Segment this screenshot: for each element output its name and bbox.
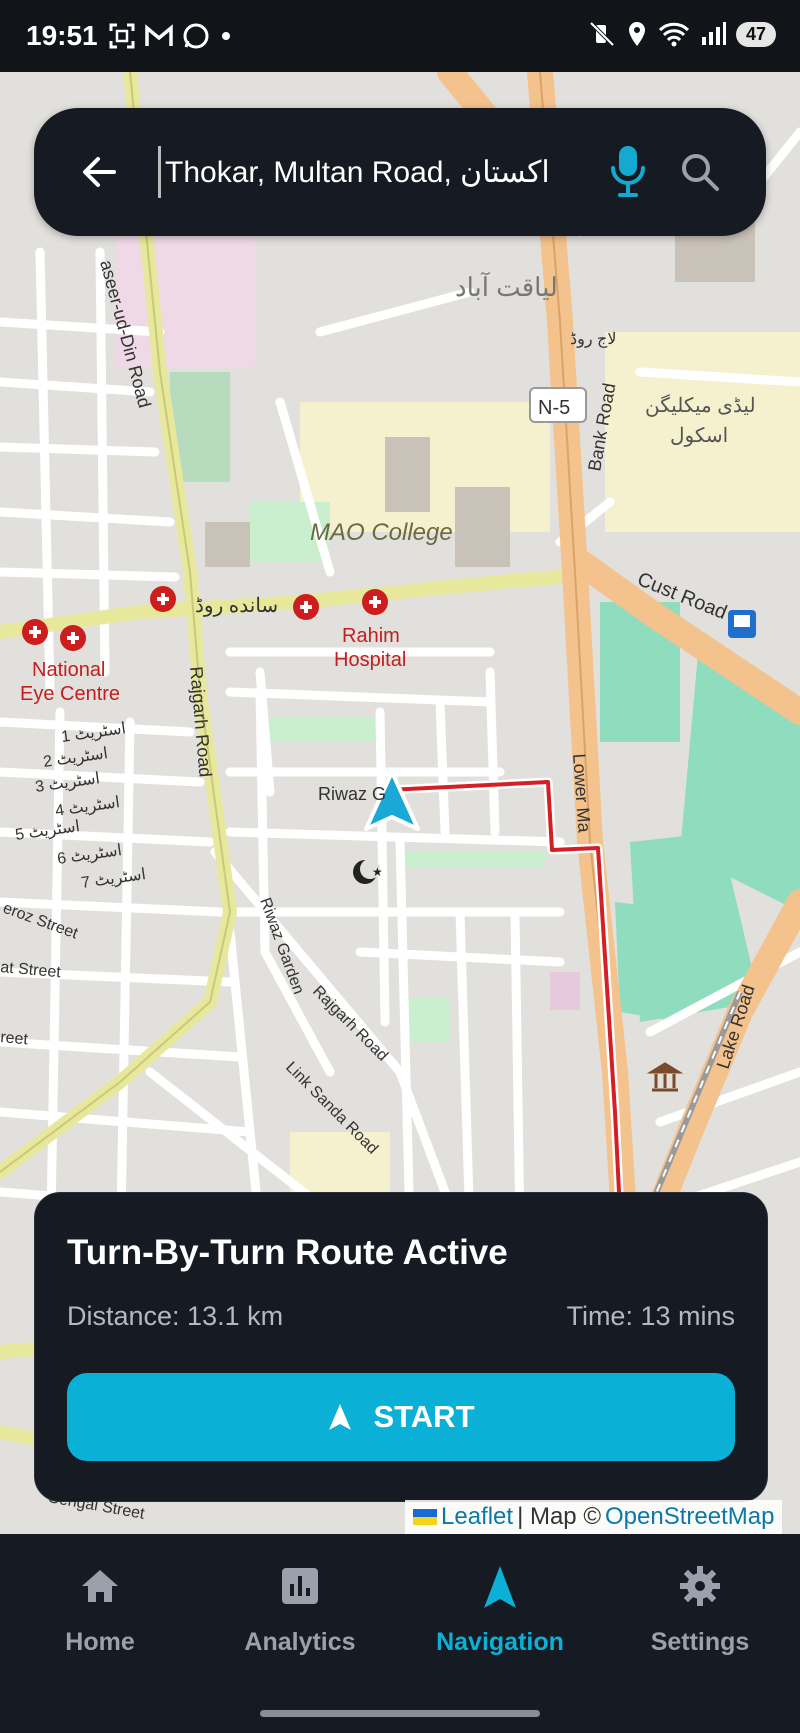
leaflet-link[interactable]: Leaflet <box>441 1503 513 1531</box>
back-arrow-icon[interactable] <box>74 146 126 198</box>
nav-label: Analytics <box>244 1628 356 1656</box>
route-distance: Distance: 13.1 km <box>67 1301 284 1331</box>
home-icon <box>82 1570 118 1602</box>
microphone-icon[interactable] <box>604 142 652 202</box>
search-icon[interactable] <box>676 148 724 196</box>
wifi-icon <box>658 22 690 47</box>
route-title: Turn-By-Turn Route Active <box>67 1233 508 1272</box>
map-label: Hospital <box>334 649 406 671</box>
status-bar: 19:51 47 <box>0 0 800 72</box>
dot-icon <box>222 32 230 40</box>
status-system-icons: 47 <box>588 20 776 48</box>
map-label: لیڈی میکلیگن <box>645 394 756 417</box>
route-time: Time: 13 mins <box>566 1301 735 1331</box>
location-icon <box>628 22 645 46</box>
whatsapp-icon <box>183 23 209 49</box>
nav-label: Navigation <box>436 1628 564 1656</box>
status-notification-icons <box>108 22 234 50</box>
start-navigation-button[interactable]: START <box>67 1373 735 1461</box>
map-label: reet <box>0 1029 29 1048</box>
ukraine-flag-icon <box>413 1509 437 1525</box>
nav-label: Settings <box>650 1628 750 1656</box>
map-label: National <box>32 659 105 681</box>
map-label: N-5 <box>538 397 570 419</box>
status-time: 19:51 <box>26 20 98 51</box>
screenshot-icon <box>109 23 135 49</box>
map-label: لاج روڈ <box>570 331 616 348</box>
map-label: Rahim <box>342 625 400 647</box>
mute-vibrate-icon <box>589 21 615 47</box>
gesture-bar <box>0 1700 800 1733</box>
analytics-icon <box>282 1568 318 1604</box>
map-label: MAO College <box>310 519 453 546</box>
map-attribution: Leaflet | Map © OpenStreetMap <box>405 1500 783 1534</box>
map-label: Riwaz G <box>318 784 386 804</box>
home-indicator[interactable] <box>260 1710 540 1717</box>
bus-stop-icon <box>728 610 756 638</box>
battery-indicator: 47 <box>735 21 776 47</box>
map-label: اسکول <box>670 425 728 447</box>
map-label: سانده روڈ <box>195 595 278 617</box>
destination-search-input[interactable] <box>158 146 605 198</box>
nav-item-analytics[interactable]: Analytics <box>200 1564 400 1657</box>
osm-link[interactable]: OpenStreetMap <box>605 1503 774 1531</box>
gmail-icon <box>145 24 173 46</box>
nav-item-navigation[interactable]: Navigation <box>400 1564 600 1657</box>
gear-icon <box>680 1566 720 1606</box>
start-button-label: START <box>373 1399 475 1434</box>
map-label: Eye Centre <box>20 683 120 705</box>
svg-text:★: ★ <box>372 865 383 879</box>
signal-icon <box>701 22 726 45</box>
attribution-separator: | Map © <box>517 1503 602 1530</box>
nav-item-settings[interactable]: Settings <box>600 1564 800 1657</box>
nav-item-home[interactable]: Home <box>0 1564 200 1657</box>
navigation-icon <box>484 1566 516 1608</box>
route-card: Turn-By-Turn Route Active Distance: 13.1… <box>34 1192 768 1502</box>
navigation-arrow-icon <box>329 1404 352 1430</box>
museum-icon <box>646 1062 684 1092</box>
map-label: لیاقت آباد <box>455 271 558 302</box>
search-bar <box>34 108 766 236</box>
bottom-navigation: Home Analytics Navigation Settings <box>0 1534 800 1700</box>
nav-label: Home <box>65 1628 135 1656</box>
